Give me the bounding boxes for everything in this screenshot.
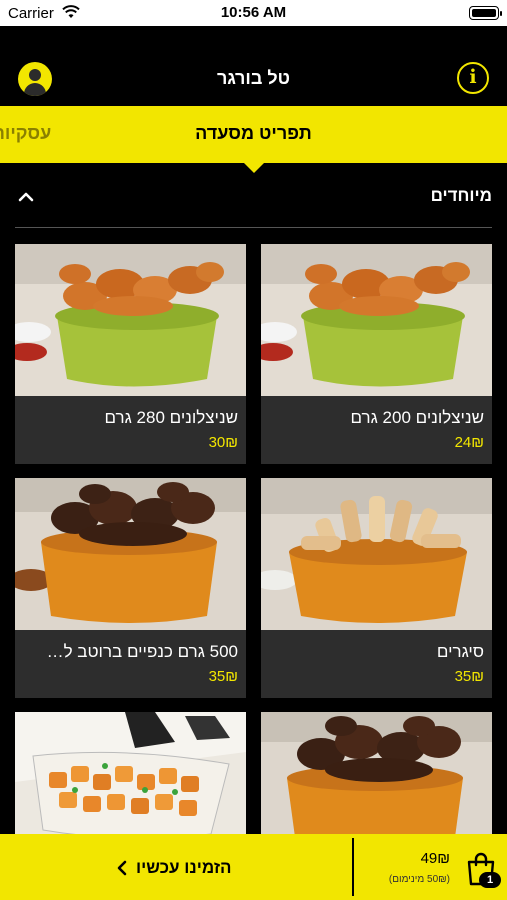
product-card[interactable]: סיגרים 35₪ — [261, 478, 492, 698]
product-card[interactable]: שניצלונים 280 גרם 30₪ — [15, 244, 246, 464]
product-image — [261, 244, 492, 396]
cart-total: 49₪ — [420, 850, 450, 867]
product-name: שניצלונים 200 גרם — [350, 408, 484, 427]
product-image — [15, 244, 246, 396]
chevron-left-icon — [117, 860, 127, 876]
product-image — [261, 478, 492, 630]
product-price: 35₪ — [454, 668, 484, 685]
product-image — [15, 478, 246, 630]
status-bar: Carrier 10:56 AM — [0, 0, 507, 26]
product-card[interactable]: 500 גרם כנפיים ברוטב ל… 35₪ — [15, 478, 246, 698]
order-now-button[interactable]: הזמינו עכשיו — [0, 834, 352, 900]
nav-bar: טל בורגר i — [0, 26, 507, 106]
order-now-label: הזמינו עכשיו — [136, 858, 232, 877]
clock: 10:56 AM — [220, 4, 287, 21]
restaurant-title: טל בורגר — [216, 68, 291, 88]
product-name: שניצלונים 280 גרם — [104, 408, 238, 427]
product-price: 24₪ — [454, 434, 484, 451]
product-name: 500 גרם כנפיים ברוטב ל… — [46, 642, 238, 661]
product-price: 35₪ — [208, 668, 238, 685]
cart-count-badge: 1 — [479, 872, 501, 888]
category-title: מיוחדים — [430, 186, 492, 205]
product-price: 30₪ — [208, 434, 238, 451]
battery-icon — [469, 6, 502, 20]
cart-bar: הזמינו עכשיו 49₪ (50₪ מינימום) 1 — [0, 834, 507, 900]
minimum-order-note: (50₪ מינימום) — [388, 874, 450, 885]
tab-bar: עסקיות תפריט מסעדה — [0, 106, 507, 163]
chevron-up-icon[interactable] — [17, 188, 35, 206]
category-header[interactable]: מיוחדים — [15, 170, 492, 228]
product-name: סיגרים — [436, 642, 484, 661]
info-icon[interactable]: i — [457, 62, 489, 94]
divider — [352, 838, 354, 896]
product-card[interactable]: שניצלונים 200 גרם 24₪ — [261, 244, 492, 464]
tab-restaurant-menu[interactable]: תפריט מסעדה — [0, 123, 507, 144]
